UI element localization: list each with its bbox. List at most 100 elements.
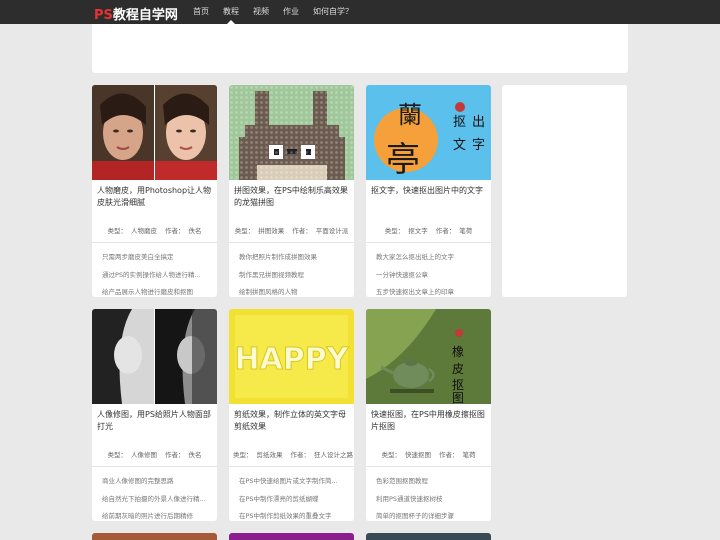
related-link[interactable]: 给自然光下拍摄的外景人像进行精... (102, 491, 217, 509)
thumb-char-kou2: 抠 (452, 378, 464, 392)
meta-author-label: 作者： (292, 227, 312, 235)
main-nav: 首页 教程 视频 作业 如何自学？ (186, 0, 360, 24)
card-meta: 类型： 拼图效果 作者： 平面设计派 (229, 224, 354, 238)
banner-area (92, 24, 628, 73)
related-link[interactable]: 商业人像修图的完整思路 (102, 473, 217, 491)
next-card-thumbnail[interactable] (229, 533, 354, 540)
meta-type-label: 类型： (381, 451, 402, 459)
portrait-thumbnail (92, 85, 217, 180)
thumb-char-lan: 蘭 (398, 101, 422, 129)
meta-author-label: 作者： (290, 451, 311, 459)
sidebar-panel (502, 85, 627, 297)
related-link[interactable]: 简单的抠图杯子的详细步骤 (376, 508, 491, 521)
card-meta: 类型： 快速抠图 作者： 笔荷 (366, 448, 491, 462)
tutorial-card[interactable]: 蘭 亭 抠 出 文 字 抠文字，快速抠出图片中的文字 类型： 抠文字 作者： 笔荷 教… (366, 85, 491, 297)
related-link[interactable]: 制作黑兄拼图视频教程 (239, 267, 354, 285)
meta-author: 平面设计派 (315, 227, 349, 235)
happy-papercut-thumbnail: HAPPY (229, 309, 354, 404)
meta-author: 笔荷 (459, 227, 473, 235)
meta-type[interactable]: 人物磨皮 (131, 227, 157, 235)
related-link[interactable]: 绘制拼图风格的人物 (239, 284, 354, 297)
next-card-thumbnail[interactable] (366, 533, 491, 540)
thumb-char-kou: 抠 (453, 115, 466, 130)
related-link[interactable]: 在PS中快速给图片或文字制作简... (239, 473, 354, 491)
tutorial-card[interactable]: 橡 皮 抠 图 快速抠图，在PS中用橡皮擦抠图片抠图 类型： 快速抠图 作者： 笔荷 … (366, 309, 491, 521)
card-meta: 类型： 剪纸效果 作者： 狂人设计之路 (229, 448, 354, 462)
meta-author: 佚名 (188, 227, 202, 235)
related-links: 色彩范围抠图教程 利用PS通道快速抠树枝 简单的抠图杯子的详细步骤 (366, 467, 491, 521)
card-thumbnail[interactable]: HAPPY (229, 309, 354, 404)
meta-author: 笔荷 (462, 451, 476, 459)
meta-type[interactable]: 拼图效果 (258, 227, 284, 235)
card-title[interactable]: 快速抠图，在PS中用橡皮擦抠图片抠图 (366, 404, 491, 448)
thumb-char-pi: 皮 (452, 362, 464, 376)
logo-text: 教程自学网 (112, 8, 178, 23)
card-meta: 类型： 抠文字 作者： 笔荷 (366, 224, 491, 238)
card-thumbnail[interactable] (229, 85, 354, 180)
nav-homework[interactable]: 作业 (276, 0, 306, 24)
thumb-happy-text: HAPPY (234, 342, 349, 377)
thumb-char-tu: 图 (452, 391, 464, 404)
meta-type-label: 类型： (233, 451, 253, 459)
related-link[interactable]: 在PS中制作剪纸效果的重叠文字 (239, 508, 354, 521)
top-navigation-bar: PS教程自学网 首页 教程 视频 作业 如何自学？ (0, 0, 720, 24)
site-logo[interactable]: PS教程自学网 (94, 4, 178, 23)
related-link[interactable]: 五步快速抠出文章上的印章 (376, 284, 491, 297)
related-link[interactable]: 色彩范围抠图教程 (376, 473, 491, 491)
related-link[interactable]: 利用PS通道快速抠树枝 (376, 491, 491, 509)
card-thumbnail[interactable] (92, 309, 217, 404)
nav-tutorials[interactable]: 教程 (216, 0, 246, 24)
lego-totoro-thumbnail (229, 85, 354, 180)
tutorial-card[interactable]: 人物磨皮，用Photoshop让人物皮肤光滑细腻 类型： 人物磨皮 作者： 佚名 只需… (92, 85, 217, 297)
related-link[interactable]: 给产品展示人物进行磨皮和抠图 (102, 284, 217, 297)
meta-author: 狂人设计之路 (314, 451, 353, 459)
meta-type-label: 类型： (107, 227, 128, 235)
tutorial-card[interactable]: 人像修图，用PS给照片人物面部打光 类型： 人像修图 作者： 佚名 商业人像修图的完整… (92, 309, 217, 521)
card-meta: 类型： 人物磨皮 作者： 佚名 (92, 224, 217, 238)
tutorial-card[interactable]: 拼图效果，在PS中绘制乐高效果的龙猫拼图 类型： 拼图效果 作者： 平面设计派 教你把… (229, 85, 354, 297)
meta-author-label: 作者： (165, 451, 185, 459)
thumb-char-ting: 亭 (386, 140, 420, 180)
card-title[interactable]: 人像修图，用PS给照片人物面部打光 (92, 404, 217, 448)
related-links: 教你把照片制作成拼图效果 制作黑兄拼图视频教程 绘制拼图风格的人物 (229, 243, 354, 297)
card-thumbnail[interactable]: 橡 皮 抠 图 (366, 309, 491, 404)
related-link[interactable]: 在PS中制作漂亮的剪纸蝴蝶 (239, 491, 354, 509)
card-title[interactable]: 人物磨皮，用Photoshop让人物皮肤光滑细腻 (92, 180, 217, 224)
meta-author-label: 作者： (435, 227, 456, 235)
meta-type[interactable]: 抠文字 (408, 227, 428, 235)
related-link[interactable]: 一分钟快速抠公章 (376, 267, 491, 285)
meta-type-label: 类型： (107, 451, 128, 459)
related-link[interactable]: 只需两步磨皮美白全搞定 (102, 249, 217, 267)
next-card-thumbnail[interactable] (92, 533, 217, 540)
tutorial-card[interactable]: HAPPY 剪纸效果，制作立体的英文字母剪纸效果 类型： 剪纸效果 作者： 狂人设计之… (229, 309, 354, 521)
nav-home[interactable]: 首页 (186, 0, 216, 24)
related-link[interactable]: 教你把照片制作成拼图效果 (239, 249, 354, 267)
thumb-char-wen: 文 (453, 138, 466, 153)
meta-author-label: 作者： (165, 227, 185, 235)
meta-type[interactable]: 人像修图 (131, 451, 157, 459)
related-links: 只需两步磨皮美白全搞定 通过PS的实例操作给人物进行精... 给产品展示人物进行… (92, 243, 217, 297)
related-links: 商业人像修图的完整思路 给自然光下拍摄的外景人像进行精... 给前期灰暗的照片进… (92, 467, 217, 521)
meta-author-label: 作者： (439, 451, 459, 459)
card-title[interactable]: 剪纸效果，制作立体的英文字母剪纸效果 (229, 404, 354, 448)
related-link[interactable]: 通过PS的实例操作给人物进行精... (102, 267, 217, 285)
bw-portrait-thumbnail (92, 309, 217, 404)
meta-type[interactable]: 快速抠图 (405, 451, 431, 459)
thumb-char-chu: 出 (472, 115, 485, 130)
card-title[interactable]: 拼图效果，在PS中绘制乐高效果的龙猫拼图 (229, 180, 354, 224)
meta-type-label: 类型： (384, 227, 405, 235)
meta-author: 佚名 (188, 451, 202, 459)
related-links: 在PS中快速给图片或文字制作简... 在PS中制作漂亮的剪纸蝴蝶 在PS中制作剪… (229, 467, 354, 521)
related-link[interactable]: 给前期灰暗的照片进行后期精修 (102, 508, 217, 521)
related-links: 教大家怎么抠出纸上的文字 一分钟快速抠公章 五步快速抠出文章上的印章 (366, 243, 491, 297)
card-thumbnail[interactable]: 蘭 亭 抠 出 文 字 (366, 85, 491, 180)
card-meta: 类型： 人像修图 作者： 佚名 (92, 448, 217, 462)
card-title[interactable]: 抠文字，快速抠出图片中的文字 (366, 180, 491, 224)
nav-how-to-learn[interactable]: 如何自学？ (306, 0, 360, 24)
card-thumbnail[interactable] (92, 85, 217, 180)
calligraphy-thumbnail: 蘭 亭 抠 出 文 字 (366, 85, 491, 180)
thumb-char-zi: 字 (472, 138, 485, 153)
related-link[interactable]: 教大家怎么抠出纸上的文字 (376, 249, 491, 267)
nav-videos[interactable]: 视频 (246, 0, 276, 24)
meta-type[interactable]: 剪纸效果 (257, 451, 283, 459)
